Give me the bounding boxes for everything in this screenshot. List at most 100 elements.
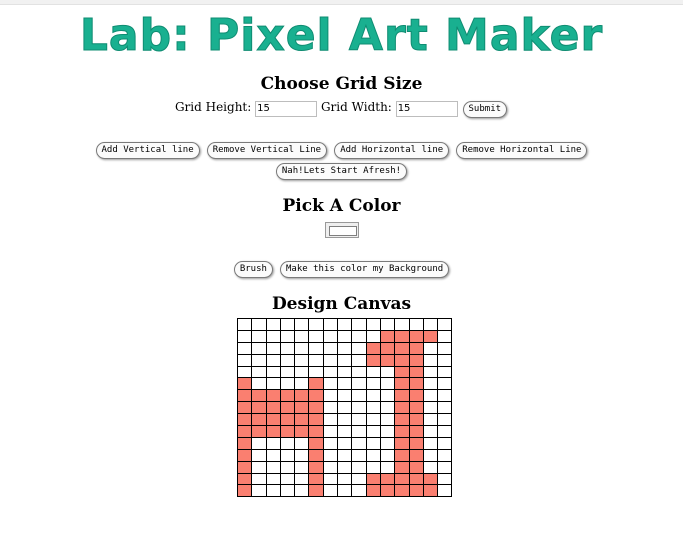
canvas-cell[interactable] bbox=[337, 389, 353, 403]
canvas-cell[interactable] bbox=[337, 460, 353, 474]
canvas-cell[interactable] bbox=[422, 425, 439, 438]
canvas-cell[interactable] bbox=[294, 448, 310, 462]
canvas-cell[interactable] bbox=[236, 353, 253, 367]
canvas-cell[interactable] bbox=[408, 472, 424, 486]
canvas-cell[interactable] bbox=[337, 329, 353, 343]
canvas-cell[interactable] bbox=[437, 329, 453, 343]
canvas-cell[interactable] bbox=[408, 413, 424, 427]
canvas-cell[interactable] bbox=[236, 341, 253, 355]
canvas-cell[interactable] bbox=[365, 472, 381, 486]
canvas-cell[interactable] bbox=[236, 318, 253, 331]
canvas-cell[interactable] bbox=[265, 318, 281, 331]
canvas-cell[interactable] bbox=[322, 425, 339, 438]
canvas-cell[interactable] bbox=[365, 460, 381, 474]
canvas-cell[interactable] bbox=[279, 353, 296, 367]
canvas-cell[interactable] bbox=[379, 460, 396, 474]
design-canvas[interactable] bbox=[236, 318, 453, 498]
canvas-cell[interactable] bbox=[251, 329, 267, 343]
canvas-cell[interactable] bbox=[437, 377, 453, 391]
canvas-cell[interactable] bbox=[394, 365, 410, 379]
canvas-cell[interactable] bbox=[379, 472, 396, 486]
canvas-cell[interactable] bbox=[437, 425, 453, 438]
canvas-cell[interactable] bbox=[251, 484, 267, 498]
canvas-cell[interactable] bbox=[351, 436, 367, 450]
canvas-cell[interactable] bbox=[322, 484, 339, 498]
canvas-cell[interactable] bbox=[294, 353, 310, 367]
canvas-cell[interactable] bbox=[322, 341, 339, 355]
canvas-cell[interactable] bbox=[265, 401, 281, 415]
canvas-cell[interactable] bbox=[308, 329, 324, 343]
canvas-cell[interactable] bbox=[236, 329, 253, 343]
canvas-cell[interactable] bbox=[294, 318, 310, 331]
canvas-cell[interactable] bbox=[265, 425, 281, 438]
canvas-cell[interactable] bbox=[408, 318, 424, 331]
canvas-cell[interactable] bbox=[265, 484, 281, 498]
canvas-cell[interactable] bbox=[322, 377, 339, 391]
canvas-cell[interactable] bbox=[337, 318, 353, 331]
canvas-cell[interactable] bbox=[408, 365, 424, 379]
canvas-cell[interactable] bbox=[337, 401, 353, 415]
canvas-cell[interactable] bbox=[394, 389, 410, 403]
canvas-cell[interactable] bbox=[251, 318, 267, 331]
canvas-cell[interactable] bbox=[437, 353, 453, 367]
canvas-cell[interactable] bbox=[322, 436, 339, 450]
canvas-cell[interactable] bbox=[308, 413, 324, 427]
canvas-cell[interactable] bbox=[394, 318, 410, 331]
canvas-cell[interactable] bbox=[337, 425, 353, 438]
canvas-cell[interactable] bbox=[236, 436, 253, 450]
canvas-cell[interactable] bbox=[308, 472, 324, 486]
canvas-cell[interactable] bbox=[422, 436, 439, 450]
canvas-cell[interactable] bbox=[308, 341, 324, 355]
canvas-cell[interactable] bbox=[422, 413, 439, 427]
canvas-cell[interactable] bbox=[308, 436, 324, 450]
canvas-cell[interactable] bbox=[294, 413, 310, 427]
canvas-cell[interactable] bbox=[422, 353, 439, 367]
canvas-cell[interactable] bbox=[379, 448, 396, 462]
canvas-cell[interactable] bbox=[265, 460, 281, 474]
canvas-cell[interactable] bbox=[394, 353, 410, 367]
remove-horizontal-line-button[interactable]: Remove Horizontal Line bbox=[456, 142, 588, 159]
canvas-cell[interactable] bbox=[337, 377, 353, 391]
canvas-cell[interactable] bbox=[279, 460, 296, 474]
canvas-cell[interactable] bbox=[251, 341, 267, 355]
canvas-cell[interactable] bbox=[279, 472, 296, 486]
canvas-cell[interactable] bbox=[308, 401, 324, 415]
canvas-cell[interactable] bbox=[265, 436, 281, 450]
canvas-cell[interactable] bbox=[437, 472, 453, 486]
canvas-cell[interactable] bbox=[351, 425, 367, 438]
canvas-cell[interactable] bbox=[351, 377, 367, 391]
canvas-cell[interactable] bbox=[294, 329, 310, 343]
canvas-cell[interactable] bbox=[294, 484, 310, 498]
canvas-cell[interactable] bbox=[408, 389, 424, 403]
canvas-cell[interactable] bbox=[408, 401, 424, 415]
canvas-cell[interactable] bbox=[422, 389, 439, 403]
canvas-cell[interactable] bbox=[322, 472, 339, 486]
canvas-cell[interactable] bbox=[422, 318, 439, 331]
canvas-cell[interactable] bbox=[322, 460, 339, 474]
canvas-cell[interactable] bbox=[251, 365, 267, 379]
canvas-cell[interactable] bbox=[322, 318, 339, 331]
canvas-cell[interactable] bbox=[365, 401, 381, 415]
canvas-cell[interactable] bbox=[236, 484, 253, 498]
canvas-cell[interactable] bbox=[279, 389, 296, 403]
canvas-cell[interactable] bbox=[379, 329, 396, 343]
canvas-cell[interactable] bbox=[422, 472, 439, 486]
canvas-cell[interactable] bbox=[351, 329, 367, 343]
canvas-cell[interactable] bbox=[279, 365, 296, 379]
canvas-cell[interactable] bbox=[279, 484, 296, 498]
canvas-cell[interactable] bbox=[294, 436, 310, 450]
canvas-cell[interactable] bbox=[279, 401, 296, 415]
canvas-cell[interactable] bbox=[422, 377, 439, 391]
canvas-cell[interactable] bbox=[408, 353, 424, 367]
canvas-cell[interactable] bbox=[279, 341, 296, 355]
canvas-cell[interactable] bbox=[236, 377, 253, 391]
canvas-cell[interactable] bbox=[236, 460, 253, 474]
canvas-cell[interactable] bbox=[308, 460, 324, 474]
canvas-cell[interactable] bbox=[251, 472, 267, 486]
canvas-cell[interactable] bbox=[408, 436, 424, 450]
canvas-cell[interactable] bbox=[337, 448, 353, 462]
canvas-cell[interactable] bbox=[437, 448, 453, 462]
canvas-cell[interactable] bbox=[351, 472, 367, 486]
canvas-cell[interactable] bbox=[294, 377, 310, 391]
submit-button[interactable]: Submit bbox=[462, 101, 508, 118]
